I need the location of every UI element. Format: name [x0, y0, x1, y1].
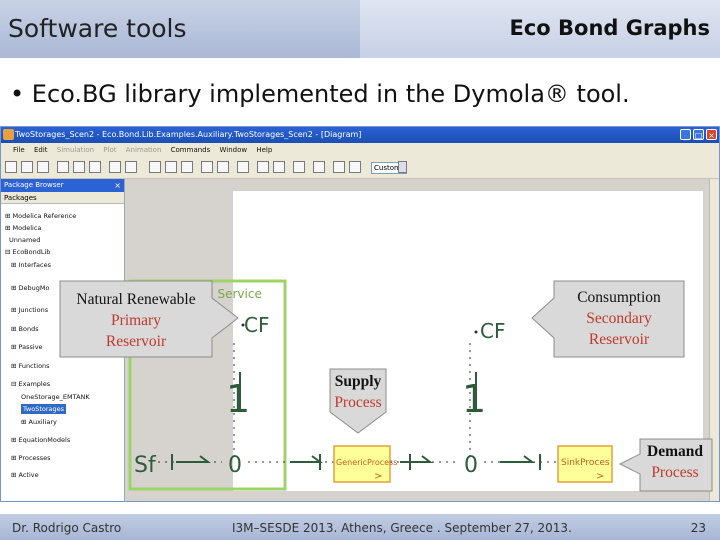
callout-supply-line2: Process — [334, 394, 382, 411]
cf-element-1: CF — [244, 313, 269, 337]
generic-process-label: GenericProcess — [336, 458, 397, 467]
sink-process-label: SinkProces — [561, 458, 610, 468]
callout-consumption-line2: Secondary — [586, 310, 652, 327]
cf-element-2: CF — [480, 319, 505, 343]
cf-port-2 — [474, 330, 478, 334]
callout-natural-line3: Reservoir — [105, 333, 167, 350]
cf-port-1 — [241, 323, 245, 327]
callout-consumption-text: Consumption Secondary Reservoir — [554, 287, 684, 350]
footer-bar: Dr. Rodrigo Castro I3M–SESDE 2013. Athen… — [0, 514, 720, 540]
callout-demand-text: Demand Process — [636, 441, 714, 483]
callout-natural-line2: Primary — [111, 312, 161, 329]
callout-supply-text: Supply Process — [326, 371, 390, 413]
sink-process-arrow-icon: > — [596, 471, 604, 482]
callout-demand-line1: Demand — [647, 443, 703, 460]
bond-graph-diagram: CF CF 1 1 0 0 Sf GenericProcess > SinkPr… — [59, 279, 713, 492]
bond-arrow-1 — [176, 455, 211, 463]
callout-supply-line1: Supply — [334, 373, 382, 390]
bond-arrow-3 — [400, 455, 433, 463]
one-junction-2: 1 — [462, 377, 486, 421]
callout-demand-line2: Process — [651, 464, 699, 481]
callout-consumption-line1: Consumption — [577, 289, 661, 306]
footer-author: Dr. Rodrigo Castro — [12, 521, 122, 535]
callout-natural-text: Natural Renewable Primary Reservoir — [60, 289, 212, 352]
bond-arrow-4 — [500, 455, 535, 463]
one-junction-1: 1 — [226, 377, 250, 421]
zero-junction-1: 0 — [228, 453, 242, 478]
footer-page-number: 23 — [690, 521, 706, 535]
zero-junction-2: 0 — [464, 453, 478, 478]
generic-process-arrow-icon: > — [374, 471, 382, 482]
callout-consumption-line3: Reservoir — [588, 331, 650, 348]
bond-arrow-2 — [290, 455, 323, 463]
sf-source: Sf — [134, 453, 157, 478]
callout-natural-line1: Natural Renewable — [76, 291, 196, 308]
footer-event: I3M–SESDE 2013. Athens, Greece . Septemb… — [232, 521, 572, 535]
